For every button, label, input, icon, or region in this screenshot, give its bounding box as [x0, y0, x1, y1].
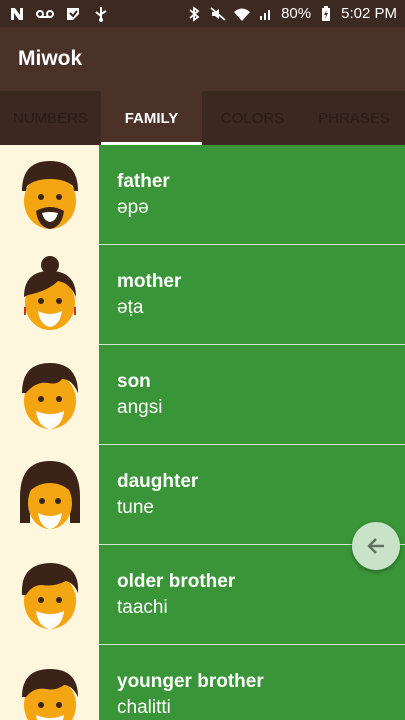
tab-label: PHRASES — [318, 109, 390, 127]
father-icon — [21, 161, 78, 229]
app-icon — [64, 5, 82, 23]
word-miwok: әpә — [117, 196, 149, 218]
tab-colors[interactable]: COLORS — [202, 91, 303, 145]
tab-bar: NUMBERS FAMILY COLORS PHRASES — [0, 91, 405, 145]
word-english: younger brother — [117, 670, 264, 692]
thumbnail — [0, 145, 99, 245]
word-miwok: tune — [117, 496, 154, 518]
signal-icon — [257, 5, 275, 23]
app-bar: Miwok — [0, 27, 405, 91]
thumbnail — [0, 245, 99, 345]
daughter-icon — [19, 461, 80, 529]
word-english: mother — [117, 270, 182, 292]
tab-numbers[interactable]: NUMBERS — [0, 91, 101, 145]
usb-icon — [92, 5, 110, 23]
list-item[interactable]: younger brother chalitti — [0, 645, 405, 720]
battery-percent: 80% — [281, 5, 312, 22]
word-miwok: angsi — [117, 396, 163, 418]
back-button[interactable] — [352, 522, 400, 570]
mute-icon — [209, 5, 227, 23]
thumbnail — [0, 545, 99, 645]
status-bar: 80% 5:02 PM — [0, 0, 405, 27]
wifi-icon — [233, 5, 251, 23]
mother-icon — [23, 256, 76, 330]
tab-family[interactable]: FAMILY — [101, 91, 202, 145]
word-english: older brother — [117, 570, 236, 592]
word-miwok: chalitti — [117, 696, 171, 718]
tab-label: NUMBERS — [12, 109, 88, 127]
thumbnail — [0, 445, 99, 545]
word-miwok: taachi — [117, 596, 168, 618]
thumbnail — [0, 345, 99, 445]
son-icon — [21, 363, 78, 429]
tab-label: FAMILY — [124, 109, 179, 127]
n-icon — [8, 5, 26, 23]
list-item[interactable]: son angsi — [0, 345, 405, 445]
bluetooth-icon — [185, 5, 203, 23]
word-english: son — [117, 370, 151, 392]
list-item[interactable]: daughter tune — [0, 445, 405, 545]
list-item[interactable]: mother әṭa — [0, 245, 405, 345]
older-brother-icon — [21, 563, 78, 629]
word-miwok: әṭa — [117, 296, 144, 318]
word-english: daughter — [117, 470, 199, 492]
voicemail-icon — [36, 5, 54, 23]
younger-brother-icon — [21, 669, 78, 720]
list-item[interactable]: older brother taachi — [0, 545, 405, 645]
clock: 5:02 PM — [341, 5, 397, 22]
app-title: Miwok — [18, 47, 83, 70]
thumbnail — [0, 645, 99, 720]
back-arrow-icon — [367, 538, 384, 554]
word-english: father — [117, 170, 170, 192]
list-item[interactable]: father әpә — [0, 145, 405, 245]
battery-icon — [317, 5, 335, 23]
tab-label: COLORS — [220, 109, 285, 127]
tab-phrases[interactable]: PHRASES — [303, 91, 405, 145]
family-list[interactable]: father әpә mother әṭa son angsi daughter… — [0, 145, 405, 720]
